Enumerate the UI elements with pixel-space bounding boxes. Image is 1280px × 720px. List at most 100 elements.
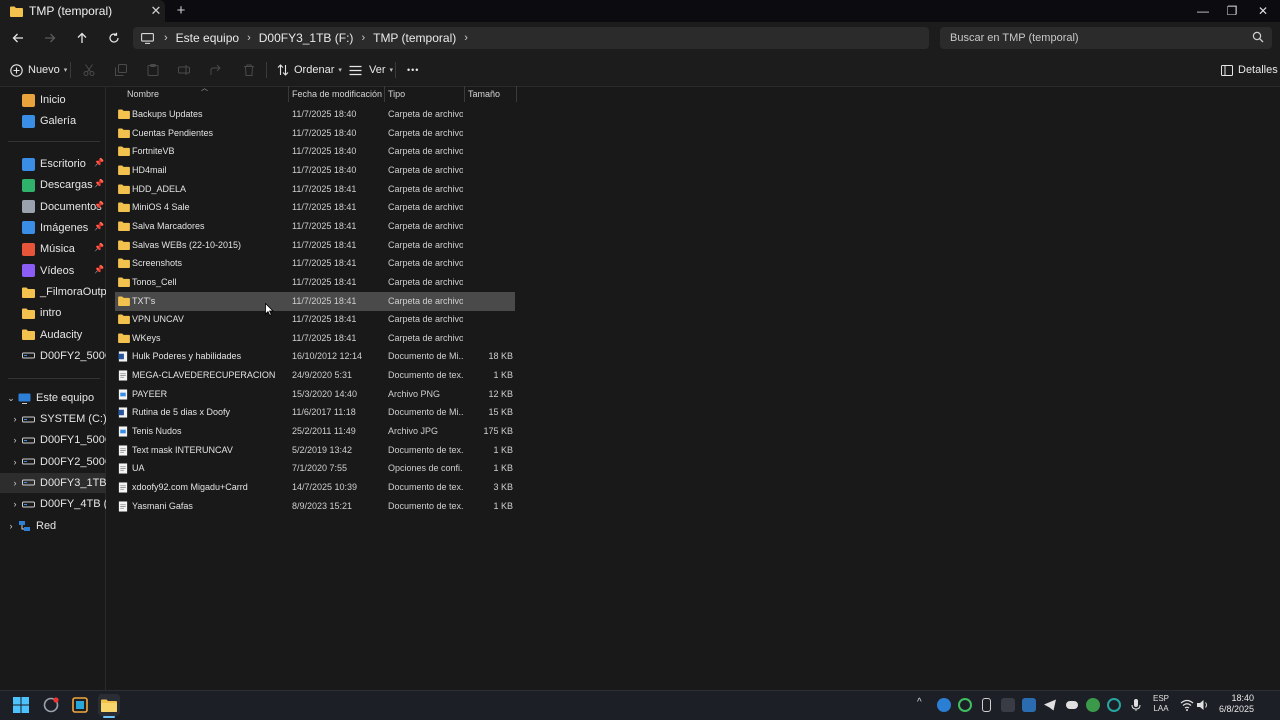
back-button[interactable]	[7, 27, 29, 49]
sidebar-item-music[interactable]: Música 📌	[0, 239, 106, 259]
sidebar-item-network[interactable]: › Red	[0, 516, 106, 536]
tray-app-icon[interactable]	[937, 698, 951, 712]
sidebar-item-download[interactable]: Descargas 📌	[0, 175, 106, 195]
sidebar-item-drive[interactable]: › D00FY1_500GB (D:	[0, 430, 107, 450]
tray-app-icon[interactable]	[958, 698, 972, 712]
wifi-icon[interactable]	[1180, 698, 1194, 712]
column-divider[interactable]	[384, 86, 385, 102]
language-indicator[interactable]: ESP LAA	[1151, 694, 1171, 714]
column-divider[interactable]	[516, 86, 517, 102]
pin-icon[interactable]: 📌	[94, 222, 104, 231]
maximize-button[interactable]: ❐	[1216, 0, 1248, 22]
sidebar-item-desktop[interactable]: Escritorio 📌	[0, 154, 106, 174]
file-row[interactable]: UA 7/1/2020 7:55 Opciones de confi... 1 KB	[115, 459, 515, 478]
file-row[interactable]: Tenis Nudos 25/2/2011 11:49 Archivo JPG 175…	[115, 422, 515, 441]
start-button[interactable]	[10, 694, 32, 716]
sidebar-item-folder[interactable]: intro	[0, 303, 106, 323]
telegram-icon[interactable]	[1043, 698, 1057, 712]
column-date[interactable]: Fecha de modificación	[292, 87, 384, 101]
file-row[interactable]: Yasmani Gafas 8/9/2023 15:21 Documento de …	[115, 497, 515, 516]
column-size[interactable]: Tamaño	[468, 87, 516, 101]
sidebar-item-folder[interactable]: Audacity	[0, 325, 106, 345]
column-divider[interactable]	[288, 86, 289, 102]
view-button[interactable]: Ver ▾	[349, 61, 393, 79]
chevron-right-icon[interactable]: ›	[8, 457, 22, 467]
sidebar-item-home[interactable]: Inicio	[0, 90, 106, 110]
sidebar-item-pictures[interactable]: Imágenes 📌	[0, 218, 106, 238]
minimize-button[interactable]: —	[1187, 0, 1219, 22]
copy-button[interactable]	[115, 61, 127, 79]
battery-icon[interactable]	[982, 698, 991, 712]
pin-icon[interactable]: 📌	[94, 179, 104, 188]
sidebar-item-documents[interactable]: Documentos 📌	[0, 197, 106, 217]
sidebar-item-drive[interactable]: D00FY2_500GB (E:)	[0, 346, 106, 366]
sidebar-item-drive[interactable]: › D00FY_4TB (G:)	[0, 494, 107, 514]
breadcrumb-separator[interactable]: ›	[464, 32, 468, 44]
tray-app-icon[interactable]	[1107, 698, 1121, 712]
breadcrumb-folder[interactable]: TMP (temporal)	[373, 31, 456, 45]
up-button[interactable]	[71, 27, 93, 49]
window-tab[interactable]: TMP (temporal) ✕	[0, 0, 165, 22]
file-row[interactable]: PAYEER 15/3/2020 14:40 Archivo PNG 12 KB	[115, 385, 515, 404]
folder-row[interactable]: Salva Marcadores 11/7/2025 18:41 Carpeta d…	[115, 217, 515, 236]
chevron-right-icon[interactable]: ›	[8, 499, 22, 509]
sidebar-item-drive[interactable]: › SYSTEM (C:)	[0, 409, 107, 429]
pin-icon[interactable]: 📌	[94, 158, 104, 167]
sort-button[interactable]: Ordenar ▾	[277, 61, 342, 79]
new-button[interactable]: Nuevo ▾	[10, 61, 67, 79]
folder-row[interactable]: VPN UNCAV 11/7/2025 18:41 Carpeta de archi…	[115, 310, 515, 329]
folder-row[interactable]: Cuentas Pendientes 11/7/2025 18:40 Carpeta…	[115, 124, 515, 143]
sidebar-item-folder[interactable]: _FilmoraOutput	[0, 282, 106, 302]
new-tab-button[interactable]: +	[172, 0, 190, 22]
chevron-up-icon[interactable]: ^	[917, 697, 922, 708]
clock[interactable]: 18:40 6/8/2025	[1212, 693, 1254, 715]
file-row[interactable]: MEGA-CLAVEDERECUPERACION 24/9/2020 5:31 Do…	[115, 366, 515, 385]
sidebar-item-videos[interactable]: Vídeos 📌	[0, 261, 106, 281]
share-button[interactable]	[210, 61, 222, 79]
folder-row[interactable]: TXT's 11/7/2025 18:41 Carpeta de archivos	[115, 291, 515, 311]
folder-row[interactable]: Salvas WEBs (22-10-2015) 11/7/2025 18:41 C…	[115, 236, 515, 255]
pin-icon[interactable]: 📌	[94, 201, 104, 210]
breadcrumb-this-pc[interactable]: Este equipo	[176, 31, 239, 45]
sidebar-item-drive[interactable]: › D00FY3_1TB (F:)	[0, 472, 106, 493]
chevron-right-icon[interactable]: ›	[4, 521, 18, 531]
taskbar-app-file-explorer[interactable]	[98, 694, 120, 716]
discord-icon[interactable]	[1065, 698, 1079, 712]
chevron-down-icon[interactable]: ⌄	[4, 393, 18, 404]
forward-button[interactable]	[39, 27, 61, 49]
file-row[interactable]: Hulk Poderes y habilidades 16/10/2012 12:…	[115, 347, 515, 366]
folder-row[interactable]: WKeys 11/7/2025 18:41 Carpeta de archivos	[115, 329, 515, 348]
folder-row[interactable]: FortniteVB 11/7/2025 18:40 Carpeta de arch…	[115, 142, 515, 161]
file-row[interactable]: Rutina de 5 dias x Doofy 11/6/2017 11:18 D…	[115, 403, 515, 422]
details-button[interactable]: Detalles	[1221, 61, 1278, 79]
tray-app-icon[interactable]	[1086, 698, 1100, 712]
tray-app-icon[interactable]	[1022, 698, 1036, 712]
chevron-right-icon[interactable]: ›	[8, 414, 22, 424]
folder-row[interactable]: MiniOS 4 Sale 11/7/2025 18:41 Carpeta de a…	[115, 198, 515, 217]
sidebar-item-gallery[interactable]: Galería	[0, 111, 106, 131]
pin-icon[interactable]: 📌	[94, 265, 104, 274]
rename-button[interactable]	[178, 61, 190, 79]
taskbar-app-opera[interactable]	[40, 694, 62, 716]
file-row[interactable]: xdoofy92.com Migadu+Carrd 14/7/2025 10:39…	[115, 478, 515, 497]
search-input[interactable]: Buscar en TMP (temporal)	[940, 27, 1272, 49]
folder-row[interactable]: HDD_ADELA 11/7/2025 18:41 Carpeta de archi…	[115, 180, 515, 199]
refresh-button[interactable]	[103, 27, 125, 49]
cut-button[interactable]	[83, 61, 95, 79]
close-tab-icon[interactable]: ✕	[147, 3, 165, 19]
folder-row[interactable]: Screenshots 11/7/2025 18:41 Carpeta de arc…	[115, 254, 515, 273]
tray-app-icon[interactable]	[1001, 698, 1015, 712]
delete-button[interactable]	[243, 61, 255, 79]
more-options-button[interactable]: •••	[407, 61, 419, 79]
close-window-button[interactable]: ✕	[1247, 0, 1279, 22]
folder-row[interactable]: HD4mail 11/7/2025 18:40 Carpeta de archivo…	[115, 161, 515, 180]
paste-button[interactable]	[147, 61, 159, 79]
volume-icon[interactable]	[1196, 698, 1210, 712]
file-row[interactable]: Text mask INTERUNCAV 5/2/2019 13:42 Docume…	[115, 441, 515, 460]
taskbar-app-photos[interactable]	[69, 694, 91, 716]
chevron-right-icon[interactable]: ›	[8, 435, 22, 445]
breadcrumb-drive[interactable]: D00FY3_1TB (F:)	[259, 31, 354, 45]
folder-row[interactable]: Tonos_Cell 11/7/2025 18:41 Carpeta de arch…	[115, 273, 515, 292]
sidebar-item-drive[interactable]: › D00FY2_500GB (E:	[0, 452, 107, 472]
column-divider[interactable]	[464, 86, 465, 102]
